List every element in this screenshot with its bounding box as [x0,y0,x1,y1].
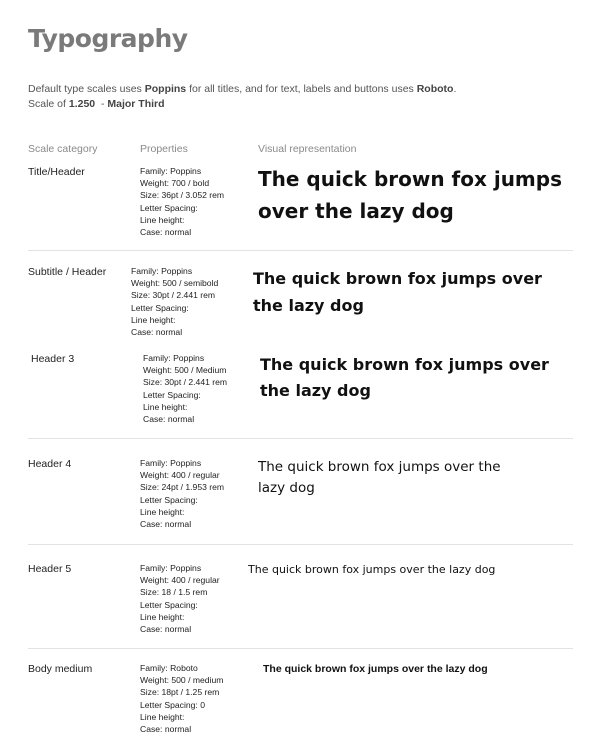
scale-category: Header 4 [28,458,72,470]
divider [28,250,573,251]
properties-list: Family: Poppins Weight: 500 / Medium Siz… [143,352,227,425]
visual-sample: The quick brown fox jumps over the lazy … [260,352,549,404]
sample-line-1: The quick brown fox jumps [258,167,562,191]
title-font-name: Poppins [144,83,187,95]
prop-letter-spacing: Letter Spacing: [140,599,198,610]
sample-line-1: The quick brown fox jumps over [253,269,542,288]
divider [28,544,573,545]
prop-size: Size: 30pt / 2.441 rem [131,290,216,301]
visual-sample: The quick brown fox jumps over the lazy … [248,562,495,578]
properties-list: Family: Poppins Weight: 500 / semibold S… [131,265,218,338]
scale-value: 1.250 [68,98,96,110]
column-header-category: Scale category [28,143,98,155]
prop-case: Case: normal [140,724,192,735]
page-title: Typography [28,24,188,53]
intro-line-fonts: Default type scales uses Poppins for all… [28,82,456,97]
prop-case: Case: normal [140,227,192,238]
intro-text-3: . [453,83,457,95]
prop-family: Family: Poppins [143,353,205,363]
sample-line-1: The quick brown fox jumps over the [258,459,501,475]
prop-line-height: Line height: [140,506,185,517]
sample-line-1: The quick brown fox jumps over [260,355,549,374]
prop-line-height: Line height: [140,711,185,722]
properties-list: Family: Roboto Weight: 500 / medium Size… [140,662,223,735]
prop-family: Family: Poppins [140,166,202,176]
visual-sample: The quick brown fox jumps over the lazy … [258,457,501,499]
column-header-properties: Properties [140,143,188,155]
prop-weight: Weight: 500 / semibold [131,278,219,289]
column-header-visual: Visual representation [258,143,357,155]
sample-line-2: lazy dog [258,480,315,496]
prop-weight: Weight: 400 / regular [140,575,220,586]
prop-line-height: Line height: [143,401,188,412]
prop-size: Size: 18 / 1.5 rem [140,587,208,598]
intro-text-2: for all titles, and for text, labels and… [186,83,417,95]
scale-category: Body medium [28,663,93,675]
visual-sample: The quick brown fox jumps over the lazy … [258,163,562,227]
visual-sample: The quick brown fox jumps over the lazy … [253,265,542,319]
prop-case: Case: normal [140,624,192,635]
prop-family: Family: Poppins [131,266,193,276]
scale-category: Title/Header [28,166,85,178]
sample-line-2: over the lazy dog [258,199,454,223]
prop-line-height: Line height: [131,314,176,325]
scale-name: Major Third [107,98,165,110]
prop-weight: Weight: 400 / regular [140,470,220,481]
prop-size: Size: 36pt / 3.052 rem [140,190,225,201]
visual-sample: The quick brown fox jumps over the lazy … [263,662,488,676]
scale-separator: - [95,98,108,110]
intro-text: Default type scales uses Poppins for all… [28,82,456,112]
prop-case: Case: normal [131,327,183,338]
intro-line-scale: Scale of 1.250 - Major Third [28,97,456,112]
prop-family: Family: Poppins [140,563,202,573]
prop-family: Family: Roboto [140,663,198,673]
prop-line-height: Line height: [140,214,185,225]
divider [28,438,573,439]
sample-line-2: the lazy dog [260,381,371,400]
properties-list: Family: Poppins Weight: 400 / regular Si… [140,457,224,530]
prop-line-height: Line height: [140,611,185,622]
intro-text-1: Default type scales uses [28,83,145,95]
prop-size: Size: 30pt / 2.441 rem [143,377,228,388]
properties-list: Family: Poppins Weight: 700 / bold Size:… [140,165,224,238]
prop-case: Case: normal [140,519,192,530]
sample-line-1: The quick brown fox jumps over the lazy … [263,663,488,675]
prop-letter-spacing: Letter Spacing: [140,494,198,505]
prop-case: Case: normal [143,414,195,425]
prop-size: Size: 24pt / 1.953 rem [140,482,225,493]
scale-category: Header 3 [31,353,75,365]
prop-weight: Weight: 700 / bold [140,178,210,189]
divider [28,648,573,649]
properties-list: Family: Poppins Weight: 400 / regular Si… [140,562,220,635]
prop-letter-spacing: Letter Spacing: 0 [140,699,205,710]
prop-weight: Weight: 500 / medium [140,675,224,686]
prop-letter-spacing: Letter Spacing: [143,389,201,400]
scale-category: Header 5 [28,563,72,575]
text-font-name: Roboto [416,83,454,95]
sample-line-1: The quick brown fox jumps over the lazy … [248,563,496,576]
prop-letter-spacing: Letter Spacing: [140,202,198,213]
prop-size: Size: 18pt / 1.25 rem [140,687,220,698]
prop-weight: Weight: 500 / Medium [143,365,227,376]
prop-letter-spacing: Letter Spacing: [131,302,189,313]
sample-line-2: the lazy dog [253,296,364,315]
scale-category: Subtitle / Header [28,266,107,278]
scale-label: Scale of [28,98,69,110]
prop-family: Family: Poppins [140,458,202,468]
